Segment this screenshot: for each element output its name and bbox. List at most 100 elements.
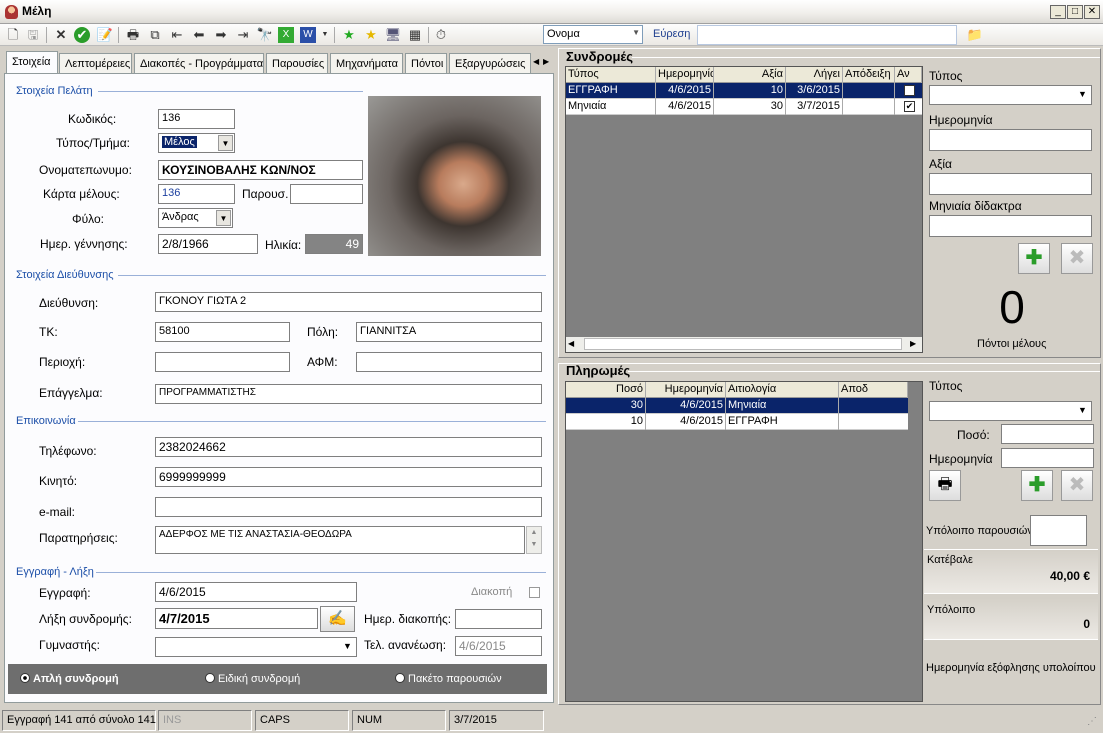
folder-icon[interactable]: 📁 (966, 26, 984, 44)
col-renew[interactable]: Αν (895, 67, 922, 83)
col-reason[interactable]: Αιτιολογία (726, 382, 839, 398)
ok-icon[interactable]: ✔ (74, 27, 90, 43)
pause-checkbox[interactable] (529, 587, 540, 598)
pause-date-field[interactable] (455, 609, 542, 629)
notes-scrollbar[interactable]: ▲ ▼ (526, 526, 542, 554)
print-receipt-button[interactable]: 🖶 (929, 470, 961, 501)
renew-subscription-button[interactable]: ✍ (320, 606, 355, 632)
add-payment-button[interactable]: ✚ (1021, 470, 1053, 501)
search-input[interactable] (697, 25, 957, 45)
col-receipt[interactable]: Απόδειξη (843, 67, 895, 83)
calendar-icon[interactable]: ▦ (406, 26, 424, 44)
card-field[interactable]: 136 (158, 184, 235, 204)
tab-machines[interactable]: Μηχανήματα (330, 53, 403, 74)
street-field[interactable]: ΓΚΟΝΟΥ ΓΙΩΤΑ 2 (155, 292, 542, 312)
mobile-field[interactable]: 6999999999 (155, 467, 542, 487)
monitor-icon[interactable]: 🖥 (384, 26, 402, 44)
sub-date-field[interactable] (929, 129, 1092, 151)
first-record-icon[interactable]: ⇤ (168, 26, 186, 44)
trainer-select[interactable]: ▼ (155, 637, 357, 657)
radio-simple-subscription[interactable]: Απλή συνδρομή (20, 673, 119, 685)
email-field[interactable] (155, 497, 542, 517)
maximize-button[interactable]: □ (1067, 5, 1083, 19)
radio-presence-package[interactable]: Πακέτο παρουσιών (395, 673, 502, 685)
notes-field[interactable]: ΑΔΕΡΦΟΣ ΜΕ ΤΙΣ ΑΝΑΣΤΑΣΙΑ-ΘΕΟΔΩΡΑ (155, 526, 525, 554)
scroll-left-icon[interactable]: ◀ (568, 339, 574, 348)
timer-icon[interactable]: ⏱ (432, 26, 450, 44)
save-icon[interactable]: 🖫 (24, 26, 42, 44)
birth-field[interactable]: 2/8/1966 (158, 234, 258, 254)
col-value[interactable]: Αξία (714, 67, 786, 83)
pay-amount-field[interactable] (1001, 424, 1094, 444)
tab-details[interactable]: Στοιχεία (6, 51, 58, 75)
expiry-label: Λήξη συνδρομής: (39, 612, 132, 626)
tab-more-details[interactable]: Λεπτομέρειες (59, 53, 132, 74)
col-date[interactable]: Ημερομηνία (656, 67, 714, 83)
tab-scroll-left-icon[interactable]: ◀ (533, 57, 539, 66)
tab-attendance[interactable]: Παρουσίες (266, 53, 328, 74)
tab-breaks-programs[interactable]: Διακοπές - Προγράμματα (134, 53, 264, 74)
word-icon[interactable]: W (300, 27, 316, 43)
favorite-star-icon[interactable]: ★ (362, 26, 380, 44)
horizontal-scrollbar[interactable]: ◀ ▶ (566, 337, 922, 352)
gender-select[interactable]: Άνδρας ▼ (158, 208, 233, 228)
expiry-field[interactable]: 4/7/2015 (155, 608, 318, 629)
table-row[interactable]: 10 4/6/2015 ΕΓΓΡΑΦΗ (566, 414, 908, 430)
zip-field[interactable]: 58100 (155, 322, 290, 342)
delete-icon[interactable]: ✕ (52, 26, 70, 44)
print-icon[interactable]: 🖶 (124, 26, 142, 44)
copy-icon[interactable]: ⧉ (146, 26, 164, 44)
next-record-icon[interactable]: ➡ (212, 26, 230, 44)
excel-icon[interactable]: X (278, 27, 294, 43)
phone-field[interactable]: 2382024662 (155, 437, 542, 457)
add-subscription-button[interactable]: ✚ (1018, 243, 1050, 274)
close-button[interactable]: ✕ (1084, 5, 1100, 19)
afm-field[interactable] (356, 352, 542, 372)
previous-record-icon[interactable]: ⬅ (190, 26, 208, 44)
col-amount[interactable]: Ποσό (566, 382, 646, 398)
word-dropdown-icon[interactable]: ▼ (316, 26, 334, 44)
pay-date-field[interactable] (1001, 448, 1094, 468)
type-select[interactable]: Μέλος ▼ (158, 133, 235, 153)
presence-field[interactable] (290, 184, 363, 204)
row-checkbox[interactable]: ✔ (904, 101, 915, 112)
radio-special-subscription[interactable]: Ειδική συνδρομή (205, 673, 300, 685)
minimize-button[interactable]: _ (1050, 5, 1066, 19)
new-icon[interactable]: 🗋 (4, 26, 22, 44)
tab-points[interactable]: Πόντοι (405, 53, 447, 74)
remove-payment-button[interactable]: ✖ (1061, 470, 1093, 501)
gender-label: Φύλο: (72, 212, 104, 226)
row-checkbox[interactable] (904, 85, 915, 96)
name-field[interactable]: ΚΟΥΣΙΝΟΒΑΛΗΣ ΚΩΝ/ΝΟΣ (158, 160, 363, 180)
tab-scroll-right-icon[interactable]: ▶ (543, 57, 549, 66)
code-field[interactable]: 136 (158, 109, 235, 129)
sub-value-field[interactable] (929, 173, 1092, 195)
table-row[interactable]: Μηνιαία 4/6/2015 30 3/7/2015 ✔ (566, 99, 922, 115)
resize-grip-icon[interactable]: ⋰ (1087, 716, 1097, 727)
green-star-icon[interactable]: ★ (340, 26, 358, 44)
search-binoculars-icon[interactable]: 🔭 (256, 26, 274, 44)
col-receipt-no[interactable]: Αποδ (839, 382, 908, 398)
remove-subscription-button[interactable]: ✖ (1061, 243, 1093, 274)
table-row[interactable]: ΕΓΓΡΑΦΗ 4/6/2015 10 3/6/2015 (566, 83, 922, 99)
tab-redemptions[interactable]: Εξαργυρώσεις (449, 53, 531, 74)
remaining-presence-field[interactable] (1030, 515, 1087, 546)
city-field[interactable]: ΓΙΑΝΝΙΤΣΑ (356, 322, 542, 342)
job-field[interactable]: ΠΡΟΓΡΑΜΜΑΤΙΣΤΗΣ (155, 384, 542, 404)
scroll-right-icon[interactable]: ▶ (910, 339, 916, 348)
col-pay-date[interactable]: Ημερομηνία (646, 382, 726, 398)
window-title: Μέλη (22, 4, 52, 18)
last-record-icon[interactable]: ⇥ (234, 26, 252, 44)
scroll-thumb[interactable] (584, 338, 902, 350)
table-row[interactable]: 30 4/6/2015 Μηνιαία (566, 398, 908, 414)
edit-icon[interactable]: 📝 (96, 26, 114, 44)
sub-monthly-field[interactable] (929, 215, 1092, 237)
member-photo[interactable] (368, 96, 541, 256)
reg-field[interactable]: 4/6/2015 (155, 582, 357, 602)
pay-type-select[interactable]: ▼ (929, 401, 1092, 421)
col-expires[interactable]: Λήγει (786, 67, 843, 83)
area-field[interactable] (155, 352, 290, 372)
sub-type-select[interactable]: ▼ (929, 85, 1092, 105)
col-type[interactable]: Τύπος (566, 67, 656, 83)
search-field-select[interactable]: Ονομα ▼ (543, 25, 643, 44)
